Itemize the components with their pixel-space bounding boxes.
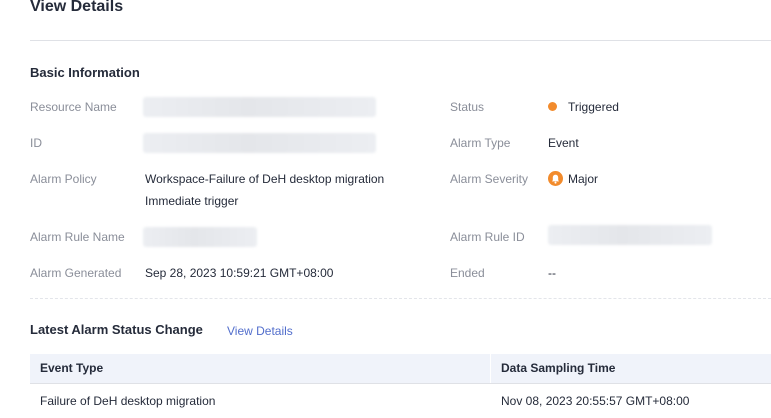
resource-name-value-redacted — [143, 97, 376, 117]
alarm-policy-name: Workspace-Failure of DeH desktop migrati… — [145, 172, 385, 186]
ended-value: -- — [548, 266, 556, 280]
table-row: Failure of DeH desktop migration Nov 08,… — [30, 384, 771, 418]
title-divider — [30, 40, 771, 41]
cell-event-type: Failure of DeH desktop migration — [40, 394, 216, 408]
page-title: View Details — [30, 0, 124, 15]
alarm-policy-trigger: Immediate trigger — [145, 194, 239, 208]
cell-sampling-time: Nov 08, 2023 20:55:57 GMT+08:00 — [501, 394, 690, 408]
alarm-severity-value: Major — [568, 172, 599, 186]
section-divider — [30, 298, 771, 299]
basic-info-title: Basic Information — [30, 65, 140, 80]
column-header-sampling-time: Data Sampling Time — [501, 361, 616, 375]
latest-status-change-title: Latest Alarm Status Change — [30, 322, 203, 337]
alarm-rule-id-value-redacted — [548, 225, 712, 245]
status-dot-icon — [548, 102, 557, 111]
alarm-severity-label: Alarm Severity — [450, 172, 529, 186]
status-value: Triggered — [568, 100, 619, 114]
view-details-link[interactable]: View Details — [227, 323, 293, 339]
status-label: Status — [450, 100, 485, 114]
status-change-table: Event Type Data Sampling Time Failure of… — [30, 354, 771, 418]
alarm-rule-name-label: Alarm Rule Name — [30, 230, 125, 244]
id-value-redacted — [143, 133, 376, 153]
column-separator — [490, 354, 491, 383]
table-header: Event Type Data Sampling Time — [30, 354, 771, 384]
alarm-type-label: Alarm Type — [450, 136, 511, 150]
bell-icon — [548, 171, 563, 186]
alarm-rule-name-value-redacted — [143, 227, 257, 247]
alarm-type-value: Event — [548, 136, 579, 150]
ended-label: Ended — [450, 266, 485, 280]
column-header-event-type: Event Type — [40, 361, 104, 375]
view-details-page: View Details Basic Information Resource … — [0, 0, 771, 418]
alarm-policy-label: Alarm Policy — [30, 172, 97, 186]
alarm-generated-value: Sep 28, 2023 10:59:21 GMT+08:00 — [145, 266, 334, 280]
alarm-rule-id-label: Alarm Rule ID — [450, 230, 525, 244]
alarm-generated-label: Alarm Generated — [30, 266, 122, 280]
resource-name-label: Resource Name — [30, 100, 117, 114]
id-label: ID — [30, 136, 42, 150]
